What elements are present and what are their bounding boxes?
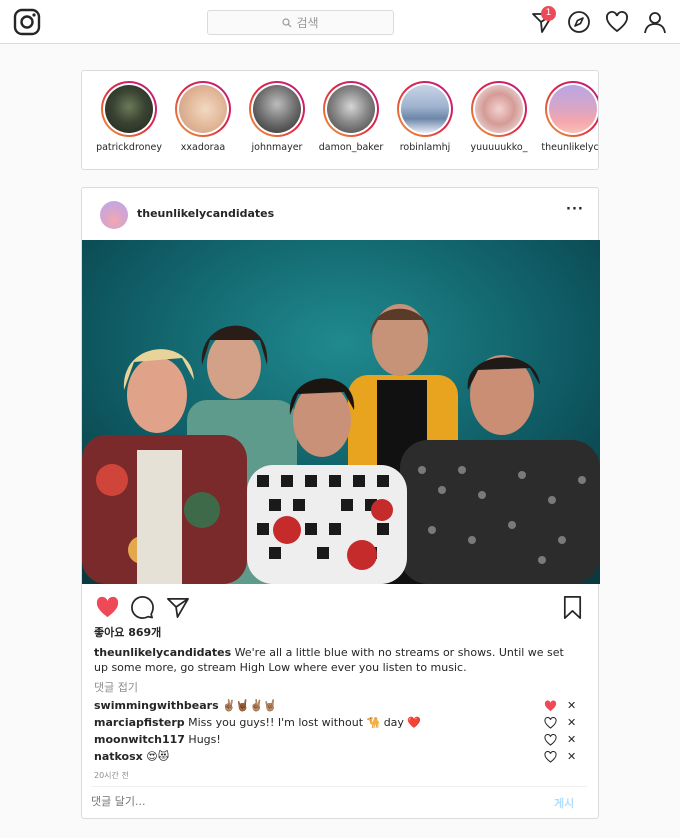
like-heart-icon[interactable] [95, 595, 120, 620]
comment-row: marciapfisterp Miss you guys!! I'm lost … [94, 716, 594, 733]
comment-text: Miss you guys!! I'm lost without 🐪 day ❤… [184, 716, 422, 729]
story-ring [471, 81, 527, 137]
post-username[interactable]: theunlikelycandidates [137, 207, 274, 220]
story-username: xxadoraa [180, 142, 226, 153]
comment-row: natkosx 😍😻 ✕ [94, 750, 594, 767]
instagram-logo-icon[interactable] [13, 8, 41, 36]
profile-icon[interactable] [642, 9, 668, 35]
story-ring [545, 81, 598, 137]
comment-username[interactable]: marciapfisterp [94, 716, 185, 729]
comment-text: ✌🏽🤘🏾✌🏽🤘🏽 [218, 699, 277, 712]
comment-like-heart-icon[interactable] [544, 717, 557, 729]
story-item[interactable]: theunlikelyca [536, 71, 599, 169]
story-username: robinlamhj [399, 142, 451, 153]
comment-like-heart-icon[interactable] [544, 700, 557, 712]
story-ring [101, 81, 157, 137]
story-avatar [253, 85, 301, 133]
like-count[interactable]: 좋아요 869개 [94, 624, 161, 640]
feed-post: theunlikelycandidates ··· 좋아요 869개 theun… [81, 187, 600, 819]
comment-icon[interactable] [130, 595, 155, 620]
story-avatar [105, 85, 153, 133]
story-item[interactable]: johnmayer [240, 71, 314, 169]
story-item[interactable]: yuuuuukko_ [462, 71, 536, 169]
story-item[interactable]: patrickdroney [92, 71, 166, 169]
comment-like-heart-icon[interactable] [544, 751, 557, 763]
comment-text: Hugs! [184, 733, 221, 746]
story-username: damon_baker [318, 142, 384, 153]
stories-tray: patrickdroney xxadoraa johnmayer damon_b… [81, 70, 599, 170]
more-options-button[interactable]: ··· [566, 202, 584, 217]
post-caption: theunlikelycandidates We're all a little… [94, 645, 574, 675]
delete-comment-icon[interactable]: ✕ [567, 699, 576, 712]
story-username: patrickdroney [96, 142, 162, 153]
post-comment-button[interactable]: 게시 [554, 795, 574, 811]
story-item[interactable]: xxadoraa [166, 71, 240, 169]
comment-text: 😍😻 [142, 750, 170, 763]
story-ring [249, 81, 305, 137]
story-avatar [475, 85, 523, 133]
story-avatar [327, 85, 375, 133]
search-icon [282, 17, 292, 27]
search-placeholder: 검색 [296, 16, 319, 30]
comment-username[interactable]: moonwitch117 [94, 733, 185, 746]
post-avatar[interactable] [100, 201, 128, 229]
comment-row: moonwitch117 Hugs! ✕ [94, 733, 594, 750]
share-icon[interactable] [165, 595, 190, 620]
comment-row: swimmingwithbears ✌🏽🤘🏾✌🏽🤘🏽 ✕ [94, 699, 594, 716]
post-photo[interactable] [82, 240, 600, 584]
bookmark-icon[interactable] [560, 595, 585, 620]
story-item[interactable]: robinlamhj [388, 71, 462, 169]
story-avatar [401, 85, 449, 133]
add-comment-box: 게시 [91, 786, 587, 818]
collapse-comments-link[interactable]: 댓글 접기 [94, 679, 138, 695]
search-box[interactable]: 검색 [207, 10, 394, 35]
story-username: johnmayer [251, 142, 303, 153]
top-nav: 검색 1 [0, 0, 680, 44]
band-photo-image [82, 240, 600, 584]
notification-badge: 1 [541, 6, 556, 21]
story-ring [175, 81, 231, 137]
story-username: yuuuuukko_ [470, 142, 528, 153]
comment-input[interactable] [91, 795, 391, 808]
story-ring [323, 81, 379, 137]
story-avatar [179, 85, 227, 133]
post-timestamp: 20시간 전 [94, 771, 129, 780]
story-item[interactable]: damon_baker [314, 71, 388, 169]
story-ring [397, 81, 453, 137]
delete-comment-icon[interactable]: ✕ [567, 716, 576, 729]
caption-username[interactable]: theunlikelycandidates [94, 646, 231, 659]
comment-username[interactable]: natkosx [94, 750, 143, 763]
comment-username[interactable]: swimmingwithbears [94, 699, 219, 712]
story-avatar [549, 85, 597, 133]
comment-like-heart-icon[interactable] [544, 734, 557, 746]
story-username: theunlikelyca [541, 142, 599, 153]
delete-comment-icon[interactable]: ✕ [567, 733, 576, 746]
delete-comment-icon[interactable]: ✕ [567, 750, 576, 763]
explore-compass-icon[interactable] [566, 9, 592, 35]
activity-heart-icon[interactable] [604, 9, 630, 35]
